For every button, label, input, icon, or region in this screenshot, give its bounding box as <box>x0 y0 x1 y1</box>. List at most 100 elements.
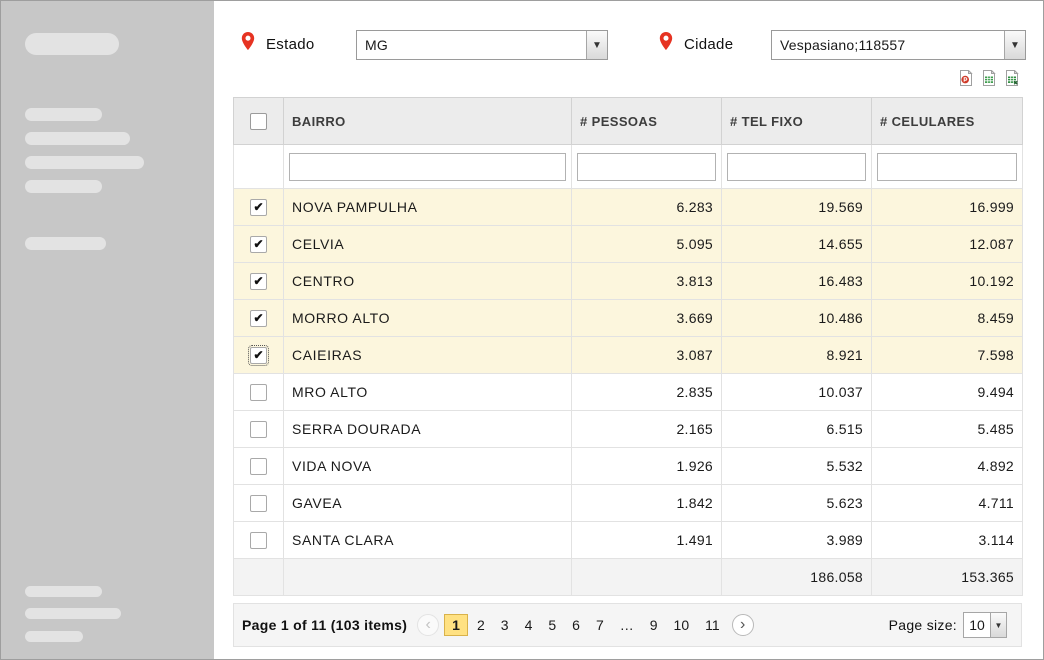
row-checkbox[interactable] <box>250 421 267 438</box>
filter-cell-tel-fixo <box>722 145 872 189</box>
row-checkbox[interactable]: ✔ <box>250 310 267 327</box>
pager-ellipsis: … <box>613 615 641 635</box>
row-select-cell: ✔ <box>234 300 284 337</box>
summary-empty-cell <box>234 559 284 596</box>
sidebar-skeleton-bar <box>25 108 102 121</box>
location-pin-icon <box>241 32 255 50</box>
grid-header-row: BAIRRO # PESSOAS # TEL FIXO # CELULARES <box>234 98 1023 145</box>
filter-cell-empty <box>234 145 284 189</box>
cidade-label: Cidade <box>684 36 733 53</box>
table-row: ✔MORRO ALTO3.66910.4868.459 <box>234 300 1023 337</box>
pager-pages: 1234567…91011 <box>443 614 728 636</box>
filter-cell-bairro <box>284 145 572 189</box>
page-size-label: Page size: <box>889 617 957 633</box>
table-row: ✔NOVA PAMPULHA6.28319.56916.999 <box>234 189 1023 226</box>
row-checkbox[interactable] <box>250 495 267 512</box>
tel-fixo-cell: 8.921 <box>722 337 872 374</box>
sidebar-skeleton-bar <box>25 608 121 619</box>
row-select-cell: ✔ <box>234 263 284 300</box>
sidebar-skeleton-bar <box>25 180 102 193</box>
celulares-cell: 16.999 <box>872 189 1023 226</box>
row-checkbox[interactable] <box>250 532 267 549</box>
row-checkbox[interactable]: ✔ <box>250 199 267 216</box>
tel-fixo-cell: 19.569 <box>722 189 872 226</box>
row-checkbox[interactable] <box>250 458 267 475</box>
celulares-cell: 10.192 <box>872 263 1023 300</box>
tel-fixo-cell: 16.483 <box>722 263 872 300</box>
sidebar-skeleton-bar <box>25 132 130 145</box>
bairro-cell: SERRA DOURADA <box>284 411 572 448</box>
cidade-value: Vespasiano;118557 <box>772 31 1004 59</box>
pager-page[interactable]: 5 <box>541 615 563 635</box>
row-checkbox[interactable]: ✔ <box>250 273 267 290</box>
summary-tel-fixo-total: 186.058 <box>722 559 872 596</box>
row-checkbox[interactable]: ✔ <box>250 347 267 364</box>
pager-page[interactable]: 6 <box>565 615 587 635</box>
tel-fixo-cell: 5.532 <box>722 448 872 485</box>
pager-next-button[interactable]: › <box>732 614 754 636</box>
sidebar-skeleton-bar <box>25 237 106 250</box>
celulares-cell: 8.459 <box>872 300 1023 337</box>
pager-page[interactable]: 9 <box>643 615 665 635</box>
pessoas-cell: 3.087 <box>572 337 722 374</box>
select-all-checkbox[interactable] <box>250 113 267 130</box>
page-size-dropdown-arrow-icon[interactable]: ▼ <box>990 613 1006 637</box>
pager-page[interactable]: 10 <box>667 615 697 635</box>
pessoas-cell: 2.165 <box>572 411 722 448</box>
pager-prev-button[interactable]: ‹ <box>417 614 439 636</box>
estado-dropdown-arrow-icon[interactable]: ▼ <box>586 31 607 59</box>
column-header-celulares[interactable]: # CELULARES <box>872 98 1023 145</box>
export-xlsx-icon[interactable] <box>1004 70 1020 86</box>
export-xls-icon[interactable] <box>981 70 997 86</box>
bairro-cell: MORRO ALTO <box>284 300 572 337</box>
row-checkbox[interactable]: ✔ <box>250 236 267 253</box>
sidebar-skeleton <box>1 1 214 660</box>
screen: Estado MG ▼ Cidade Vespasiano;118557 ▼ <box>0 0 1044 660</box>
location-pin-icon <box>659 32 673 50</box>
bairro-cell: GAVEA <box>284 485 572 522</box>
pager-page[interactable]: 4 <box>518 615 540 635</box>
row-select-cell <box>234 448 284 485</box>
table-row: MRO ALTO2.83510.0379.494 <box>234 374 1023 411</box>
pager: Page 1 of 11 (103 items) ‹ 1234567…91011… <box>233 603 1022 647</box>
pager-page[interactable]: 2 <box>470 615 492 635</box>
estado-label: Estado <box>266 36 315 53</box>
celulares-filter-input[interactable] <box>877 153 1017 181</box>
bairro-cell: SANTA CLARA <box>284 522 572 559</box>
row-select-cell <box>234 374 284 411</box>
bairros-grid: BAIRRO # PESSOAS # TEL FIXO # CELULARES <box>233 97 1023 596</box>
column-header-pessoas[interactable]: # PESSOAS <box>572 98 722 145</box>
page-size-value: 10 <box>964 613 990 637</box>
pager-page[interactable]: 1 <box>444 614 468 636</box>
row-select-cell: ✔ <box>234 226 284 263</box>
export-pdf-icon[interactable] <box>958 70 974 86</box>
celulares-cell: 5.485 <box>872 411 1023 448</box>
row-select-cell <box>234 411 284 448</box>
celulares-cell: 12.087 <box>872 226 1023 263</box>
cidade-combobox[interactable]: Vespasiano;118557 ▼ <box>771 30 1026 60</box>
summary-empty-cell <box>284 559 572 596</box>
pager-page[interactable]: 11 <box>698 615 727 635</box>
bairro-filter-input[interactable] <box>289 153 566 181</box>
estado-combobox[interactable]: MG ▼ <box>356 30 608 60</box>
grid-summary-row: 186.058 153.365 <box>234 559 1023 596</box>
tel-fixo-filter-input[interactable] <box>727 153 866 181</box>
column-header-bairro[interactable]: BAIRRO <box>284 98 572 145</box>
main-panel: Estado MG ▼ Cidade Vespasiano;118557 ▼ <box>214 1 1043 659</box>
pessoas-cell: 5.095 <box>572 226 722 263</box>
pager-page[interactable]: 3 <box>494 615 516 635</box>
pager-page[interactable]: 7 <box>589 615 611 635</box>
row-select-cell <box>234 485 284 522</box>
pessoas-cell: 1.926 <box>572 448 722 485</box>
bairro-cell: CELVIA <box>284 226 572 263</box>
pessoas-filter-input[interactable] <box>577 153 716 181</box>
pessoas-cell: 1.842 <box>572 485 722 522</box>
bairro-cell: CENTRO <box>284 263 572 300</box>
sidebar-skeleton-bar <box>25 631 83 642</box>
column-header-tel-fixo[interactable]: # TEL FIXO <box>722 98 872 145</box>
tel-fixo-cell: 10.037 <box>722 374 872 411</box>
page-size-select[interactable]: 10 ▼ <box>963 612 1007 638</box>
row-checkbox[interactable] <box>250 384 267 401</box>
cidade-dropdown-arrow-icon[interactable]: ▼ <box>1004 31 1025 59</box>
pessoas-cell: 3.669 <box>572 300 722 337</box>
